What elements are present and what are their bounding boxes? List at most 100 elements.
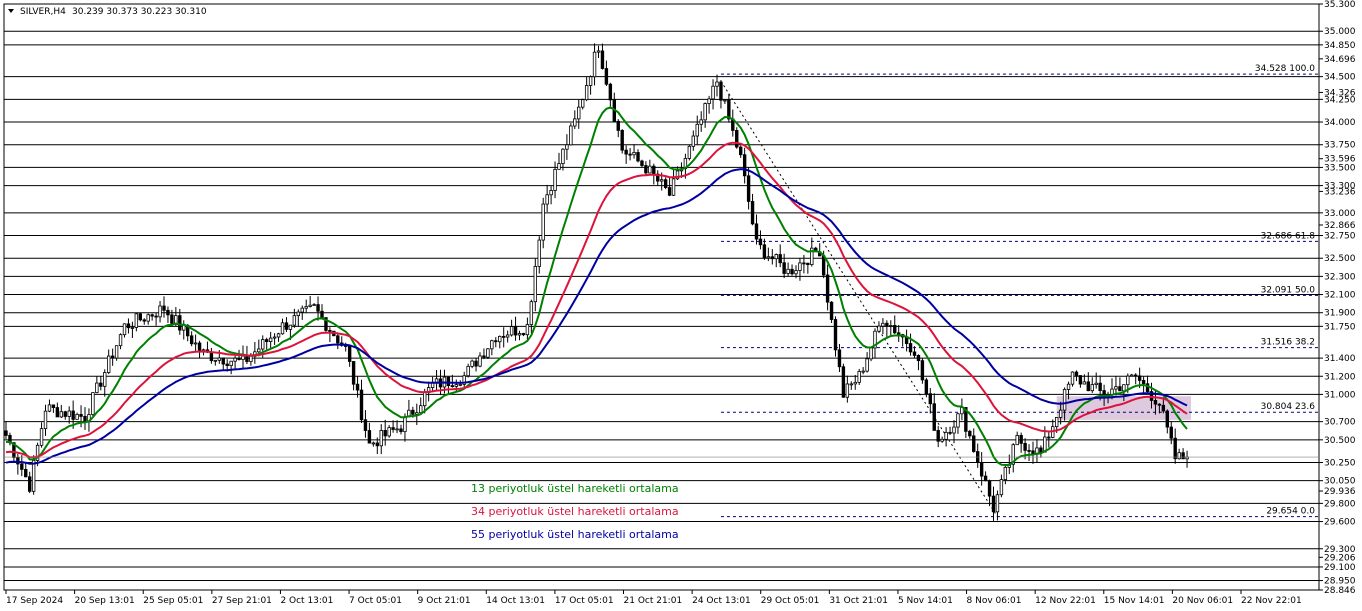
candle-body bbox=[948, 431, 952, 434]
x-tick-label: 9 Oct 21:01 bbox=[418, 596, 471, 606]
candle-body bbox=[466, 365, 470, 377]
candle-body bbox=[956, 413, 960, 428]
candle-body bbox=[1047, 436, 1051, 439]
candle-body bbox=[138, 313, 142, 321]
candle-body bbox=[979, 462, 984, 477]
candle-body bbox=[928, 393, 932, 405]
y-tick-label: 30.250 bbox=[1324, 459, 1356, 469]
candle-body bbox=[1098, 382, 1102, 391]
candle-body bbox=[790, 268, 794, 275]
candle-body bbox=[750, 201, 755, 225]
candle-body bbox=[213, 359, 218, 362]
candle-body bbox=[446, 376, 451, 387]
candle-body bbox=[663, 179, 668, 188]
candle-body bbox=[399, 428, 403, 433]
candle-body bbox=[1130, 374, 1134, 377]
candle-body bbox=[869, 347, 873, 360]
candle-body bbox=[952, 426, 956, 434]
candle-body bbox=[723, 99, 727, 102]
candle-body bbox=[821, 255, 826, 276]
candle-body bbox=[648, 165, 652, 174]
candle-body bbox=[272, 336, 277, 339]
candle-body bbox=[517, 333, 522, 336]
candle-body bbox=[509, 326, 514, 336]
candle-body bbox=[1118, 386, 1122, 392]
candle-body bbox=[379, 430, 383, 447]
candle-body bbox=[715, 81, 719, 87]
candle-body bbox=[671, 178, 676, 196]
x-tick-label: 7 Oct 05:01 bbox=[349, 596, 402, 606]
candle-body bbox=[241, 355, 245, 361]
candle-body bbox=[122, 323, 127, 336]
candle-body bbox=[1058, 409, 1063, 418]
candle-body bbox=[458, 383, 462, 386]
candle-body bbox=[940, 438, 944, 442]
candle-body bbox=[178, 315, 182, 331]
candle-body bbox=[501, 335, 506, 338]
fib-level-label: 31.516 38.2 bbox=[1261, 338, 1315, 348]
price-chart[interactable]: 34.528 100.0 32.686 61.8 32.091 50.0 31.516… bbox=[0, 0, 1362, 611]
candle-body bbox=[944, 431, 948, 440]
candle-body bbox=[130, 327, 135, 329]
candle-body bbox=[383, 430, 387, 437]
candle-body bbox=[170, 314, 174, 324]
candle-body bbox=[430, 382, 435, 388]
candle-body bbox=[387, 427, 391, 437]
candle-body bbox=[936, 430, 940, 442]
candle-body bbox=[107, 355, 111, 373]
candle-body bbox=[39, 428, 44, 446]
fib-level-label: 29.654 0.0 bbox=[1266, 507, 1315, 517]
candle-body bbox=[1039, 447, 1043, 453]
y-tick-label: 32.300 bbox=[1324, 272, 1356, 282]
candle-body bbox=[103, 372, 107, 387]
candle-body bbox=[233, 357, 237, 362]
y-tick-label: 33.000 bbox=[1324, 209, 1356, 219]
y-tick-label: 29.800 bbox=[1324, 499, 1356, 509]
candle-body bbox=[825, 274, 830, 303]
candle-body bbox=[667, 187, 672, 196]
candle-body bbox=[482, 355, 486, 358]
candle-body bbox=[513, 326, 518, 336]
plot-area[interactable] bbox=[3, 3, 1320, 591]
candle-body bbox=[849, 383, 853, 386]
y-tick-label: 32.750 bbox=[1324, 232, 1356, 242]
x-tick-label: 15 Nov 14:01 bbox=[1104, 596, 1165, 606]
candle-body bbox=[1070, 371, 1075, 385]
candle-body bbox=[588, 76, 593, 86]
candle-body bbox=[521, 333, 526, 336]
candle-body bbox=[284, 322, 289, 330]
candle-body bbox=[371, 442, 376, 445]
candle-body bbox=[134, 313, 139, 328]
candle-body bbox=[608, 83, 613, 101]
y-tick-label: 31.900 bbox=[1324, 309, 1356, 319]
candle-body bbox=[1181, 452, 1185, 460]
candle-body bbox=[110, 355, 115, 359]
y-tick-label: 33.500 bbox=[1324, 163, 1356, 173]
candle-body bbox=[561, 148, 565, 164]
y-tick-label: 32.866 bbox=[1324, 221, 1356, 231]
symbol-label: SILVER,H4 bbox=[20, 7, 66, 17]
candle-body bbox=[782, 262, 786, 274]
candle-body bbox=[193, 342, 198, 345]
candle-body bbox=[16, 457, 20, 465]
candle-body bbox=[59, 411, 63, 418]
candle-body bbox=[95, 382, 99, 393]
candle-body bbox=[197, 342, 202, 351]
candle-body bbox=[27, 476, 32, 492]
fib-level-label: 34.528 100.0 bbox=[1255, 64, 1315, 74]
candle-body bbox=[889, 325, 893, 327]
candle-body bbox=[51, 404, 56, 408]
y-tick-label: 29.206 bbox=[1324, 553, 1356, 563]
candle-body bbox=[632, 152, 636, 156]
candle-body bbox=[1153, 400, 1158, 405]
candle-body bbox=[126, 323, 131, 329]
candle-body bbox=[1066, 383, 1071, 390]
candle-body bbox=[1126, 375, 1130, 386]
candle-body bbox=[1165, 410, 1169, 428]
candle-body bbox=[972, 435, 976, 452]
y-tick-label: 34.696 bbox=[1324, 55, 1356, 65]
candle-body bbox=[1062, 389, 1067, 411]
candle-body bbox=[1023, 442, 1027, 451]
candle-body bbox=[75, 414, 79, 420]
candle-body bbox=[604, 68, 609, 85]
